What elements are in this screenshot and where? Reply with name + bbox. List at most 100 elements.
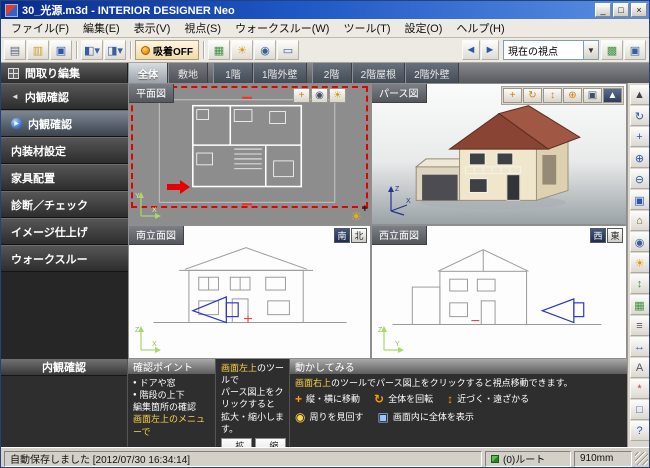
look-around-action[interactable]: ◉ 周りを見回す (295, 411, 364, 423)
menu-item[interactable]: 設定(O) (398, 18, 450, 38)
capture-icon[interactable]: ▣ (624, 40, 646, 60)
fit-view-tool-icon[interactable]: ▣ (630, 190, 650, 210)
sidebar-item-diagnosis[interactable]: 診断／チェック (1, 191, 128, 218)
zoom-view-icon[interactable]: ⊕ (563, 88, 582, 103)
west-direction-buttons: 西東 (590, 228, 623, 243)
tab-1f[interactable]: 1階 (213, 63, 253, 83)
menu-item[interactable]: ファイル(F) (4, 18, 76, 38)
tab-2f-walls[interactable]: 2階外壁 (405, 63, 459, 83)
capture-tool-icon[interactable]: □ (630, 400, 650, 420)
orbit-tool-icon[interactable]: ↻ (630, 106, 650, 126)
sidebar-item-walkthrough[interactable]: ウォークスルー (1, 245, 128, 272)
sidebar-item-furniture[interactable]: 家具配置 (1, 164, 128, 191)
label-tool-icon[interactable]: A (630, 358, 650, 378)
pan-tool-icon[interactable]: + (630, 127, 650, 147)
open-folder-icon[interactable]: ▥ (27, 40, 49, 60)
menu-item[interactable]: 視点(S) (177, 18, 228, 38)
south-axis-indicator: Z X (134, 322, 162, 354)
right-tools-group: ▩▣ (601, 40, 646, 60)
svg-text:X: X (406, 198, 411, 205)
mode-button-madori-edit[interactable]: 間取り編集 (1, 63, 128, 83)
move-header: 動かしてみる (290, 359, 627, 374)
new-file-icon[interactable]: ▤ (4, 40, 26, 60)
west-elevation-viewport[interactable]: 西立面図 西東 Z Y (371, 225, 627, 359)
menu-item[interactable]: ウォークスルー(W) (228, 18, 336, 38)
measure-tool-icon[interactable]: ↔ (630, 337, 650, 357)
move-xy-action[interactable]: + 縦・横に移動 (295, 393, 360, 405)
prev-view-icon[interactable]: ◄ (462, 40, 480, 60)
south-elevation-drawing (129, 226, 370, 358)
grid-toggle-icon[interactable]: ▦ (208, 40, 230, 60)
fit-all-action[interactable]: ▣ 画面内に全体を表示 (378, 411, 474, 423)
zoom-out-tool-icon[interactable]: ⊖ (630, 169, 650, 189)
app-icon[interactable] (5, 4, 18, 17)
pointer-mode-icon[interactable]: ▲ (603, 88, 622, 103)
rotate-all-action[interactable]: ↻ 全体を回転 (374, 393, 433, 405)
maximize-button[interactable]: □ (613, 3, 629, 17)
walkthrough-preset-icon[interactable]: ◨▾ (104, 40, 126, 60)
chevron-down-icon: ▼ (583, 41, 598, 59)
tab-site[interactable]: 敷地 (168, 63, 208, 83)
sunlight-tool-icon[interactable]: ☀ (630, 253, 650, 273)
home-view-tool-icon[interactable]: ⌂ (630, 211, 650, 231)
grid-tool-icon[interactable]: ▦ (630, 295, 650, 315)
light-toggle-icon[interactable]: ☀ (231, 40, 253, 60)
help-tool-icon[interactable]: ? (630, 421, 650, 441)
rotate-view-icon[interactable]: ↻ (523, 88, 542, 103)
camera-marker-icon[interactable]: ◉ (311, 88, 328, 103)
menu-item[interactable]: ツール(T) (336, 18, 397, 38)
svg-text:X: X (152, 341, 157, 348)
sidebar-item-materials[interactable]: 内装材設定 (1, 137, 128, 164)
camera-icon[interactable]: ◉ (254, 40, 276, 60)
light-marker-icon[interactable]: ☀ (329, 88, 346, 103)
menu-item[interactable]: ヘルプ(H) (449, 18, 511, 38)
fit-view-icon[interactable]: ▣ (583, 88, 602, 103)
main-toolbar: ▤▥▣ ◧▾◨▾ 吸着OFF ▦☀◉▭ ◄► 現在の視点 ▼ ▩▣ (1, 38, 649, 63)
move-view-icon[interactable]: + (503, 88, 522, 103)
south-direction-buttons: 南北 (334, 228, 367, 243)
sidebar-item-interior-check[interactable]: 内観確認 (1, 110, 128, 137)
tab-2f-roof[interactable]: 2階屋根 (352, 63, 406, 83)
menu-item[interactable]: 編集(E) (76, 18, 127, 38)
perspective-viewport[interactable]: パース図 +↻↕⊕▣▲ Z X (371, 83, 627, 225)
snap-toggle-button[interactable]: 吸着OFF (135, 40, 199, 60)
minimize-button[interactable]: _ (595, 3, 611, 17)
right-tool-rail: ▲↻+⊕⊖▣⌂◉☀↕▦≡↔A*□? (627, 83, 650, 447)
west-button[interactable]: 西 (590, 228, 606, 243)
layers-tool-icon[interactable]: ≡ (630, 316, 650, 336)
next-view-icon[interactable]: ► (481, 40, 499, 60)
near-far-action[interactable]: ↕ 近づく・遠ざかる (447, 393, 529, 405)
help-panel: 内観確認 確認ポイント ●ドアや窓●階段の上下 編集箇所の確認 画面左上のメニュ… (1, 359, 627, 447)
render-icon[interactable]: ▩ (601, 40, 623, 60)
sun-light-icon[interactable]: ☀ (350, 210, 362, 223)
viewpoint-preset-icon[interactable]: ◧▾ (81, 40, 103, 60)
viewpoint-arrow[interactable] (167, 180, 191, 194)
floorplan-edit-icon (8, 68, 19, 79)
tab-1f-walls[interactable]: 1階外壁 (253, 63, 307, 83)
tab-whole[interactable]: 全体 (128, 63, 168, 83)
close-button[interactable]: × (631, 3, 647, 17)
sidebar-item-image-finish[interactable]: イメージ仕上げ (1, 218, 128, 245)
zoom-in-tool-icon[interactable]: ⊕ (630, 148, 650, 168)
camera-tool-icon[interactable]: ◉ (630, 232, 650, 252)
menu-item[interactable]: 表示(V) (127, 18, 178, 38)
settings-tool-icon[interactable]: * (630, 379, 650, 399)
move-viewpoint-icon[interactable]: + (293, 88, 310, 103)
save-icon[interactable]: ▣ (50, 40, 72, 60)
south-elevation-viewport[interactable]: 南立面図 南北 Z X (128, 225, 371, 359)
resize-grip[interactable] (635, 452, 648, 465)
bullet-icon: ● (133, 391, 137, 399)
north-button[interactable]: 北 (351, 228, 367, 243)
perspective-toolbar: +↻↕⊕▣▲ (501, 86, 624, 105)
tab-2f[interactable]: 2階 (312, 63, 352, 83)
current-view-select[interactable]: 現在の視点 ▼ (503, 40, 599, 60)
display-settings-icon[interactable]: ▭ (277, 40, 299, 60)
walk-tool-icon[interactable]: ↕ (630, 274, 650, 294)
south-button[interactable]: 南 (334, 228, 350, 243)
elevate-view-icon[interactable]: ↕ (543, 88, 562, 103)
east-button[interactable]: 東 (607, 228, 623, 243)
plan-viewport[interactable]: 平面図 +◉☀ ☀ + Y X (128, 83, 371, 225)
select-tool-icon[interactable]: ▲ (630, 85, 650, 105)
measurement-value: 910mm (574, 451, 632, 467)
sidebar-header[interactable]: ◄ 内観確認 (1, 83, 128, 110)
